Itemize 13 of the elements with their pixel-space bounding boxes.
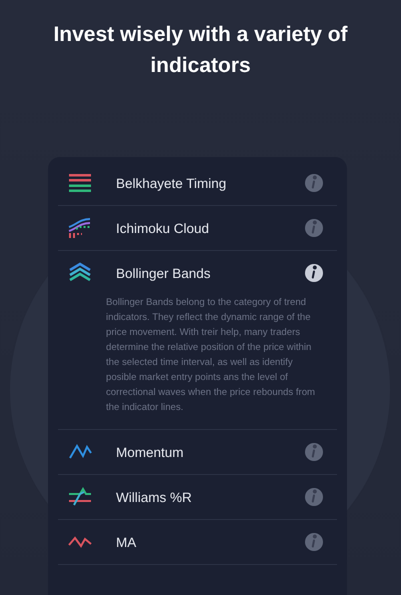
heading: Invest wisely with a variety of indicators bbox=[52, 22, 349, 79]
indicator-name[interactable]: Ichimoku Cloud bbox=[116, 220, 305, 236]
bars-icon bbox=[68, 173, 92, 193]
chevrons-icon bbox=[68, 262, 92, 284]
indicator-name[interactable]: Bollinger Bands bbox=[116, 266, 305, 280]
indicator-name[interactable]: Williams %R bbox=[116, 490, 305, 504]
indicator-name[interactable]: Belkhayete Timing bbox=[116, 176, 305, 190]
indicator-name[interactable]: MA bbox=[116, 534, 305, 550]
indicator-description: Bollinger Bands belong to the category of trend indicators. They reflect the dynamic range of the price movement. With treir help, many traders determine the relative position of the price within the selected time interval, as well as identify posible market entry points ans the level of correctional waves when the price rebounds from the indicator lines. bbox=[106, 296, 316, 415]
cloud-lines-icon bbox=[68, 217, 92, 239]
info-icon[interactable] bbox=[305, 264, 323, 282]
crossing-lines-icon bbox=[68, 486, 92, 508]
indicator-name[interactable]: Momentum bbox=[116, 444, 305, 460]
